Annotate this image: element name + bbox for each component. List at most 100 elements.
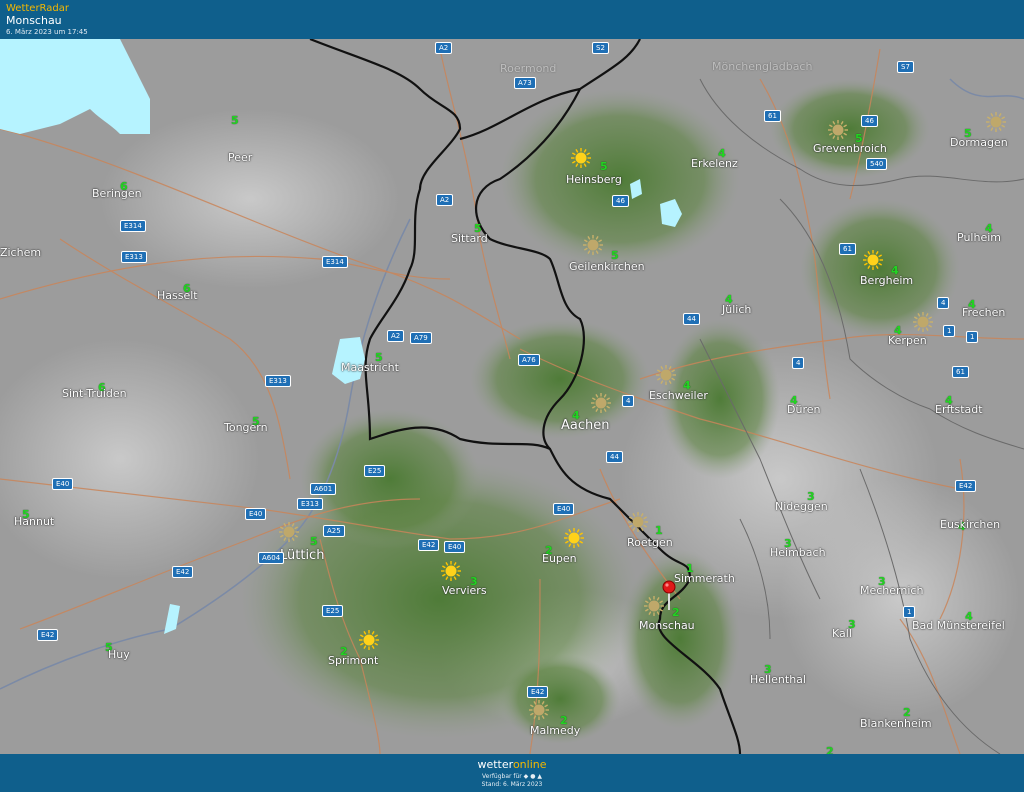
city-label[interactable]: Eschweiler (649, 389, 708, 402)
road-shield: E42 (955, 480, 977, 492)
road-shield: A2 (436, 194, 454, 206)
city-label[interactable]: Roetgen (627, 536, 673, 549)
road-shield: 1 (966, 331, 979, 343)
city-label[interactable]: Huy (108, 648, 130, 661)
logo-part-a: wetter (477, 758, 513, 771)
road-shield: 1 (943, 325, 956, 337)
sun-icon (563, 527, 585, 549)
sun-faded-icon (627, 511, 649, 533)
road-shield: A25 (323, 525, 345, 537)
map-label-faded: Roermond (500, 62, 557, 75)
road-shield: E313 (297, 498, 323, 510)
road-shield: 61 (764, 110, 781, 122)
city-label[interactable]: Bad Münstereifel (912, 619, 1005, 632)
road-shield: E25 (364, 465, 386, 477)
city-label[interactable]: Kall (832, 627, 852, 640)
city-label[interactable]: Grevenbroich (813, 142, 887, 155)
availability-line: Verfügbar für ◆ ● ▲ (482, 773, 542, 780)
forecast-value: 5 (231, 114, 239, 127)
road-shield: A79 (410, 332, 432, 344)
road-shield: A73 (514, 77, 536, 89)
road-shield: E313 (121, 251, 147, 263)
city-label[interactable]: Hannut (14, 515, 54, 528)
bottom-bar: wetteronline Verfügbar für ◆ ● ▲ Stand: … (0, 754, 1024, 792)
top-bar: WetterRadar Monschau 6. März 2023 um 17:… (0, 0, 1024, 39)
city-label[interactable]: Hasselt (157, 289, 198, 302)
road-shield: A601 (310, 483, 337, 495)
city-label[interactable]: Bergheim (860, 274, 913, 287)
road-shield: 61 (952, 366, 969, 378)
road-shield: 4 (792, 357, 805, 369)
sun-icon (440, 560, 462, 582)
road-shield: A2 (435, 42, 453, 54)
app-brand: WetterRadar (6, 3, 70, 14)
road-shield: E42 (418, 539, 440, 551)
city-label[interactable]: Erkelenz (691, 157, 738, 170)
city-label[interactable]: Sittard (451, 232, 488, 245)
road-shield: E40 (52, 478, 74, 490)
road-shield: A2 (387, 330, 405, 342)
road-shield: E314 (322, 256, 348, 268)
city-label[interactable]: Peer (228, 151, 252, 164)
sun-faded-icon (827, 119, 849, 141)
city-label[interactable]: Sprimont (328, 654, 378, 667)
city-label[interactable]: Malmedy (530, 724, 580, 737)
city-label[interactable]: Euskirchen (940, 518, 1000, 531)
road-shield: E42 (37, 629, 59, 641)
road-shield: E42 (527, 686, 549, 698)
sun-faded-icon (912, 311, 934, 333)
road-shield: E40 (553, 503, 575, 515)
road-shield: 46 (861, 115, 878, 127)
city-label[interactable]: Frechen (962, 306, 1005, 319)
city-label[interactable]: Erftstadt (935, 403, 983, 416)
road-shield: E42 (172, 566, 194, 578)
city-label[interactable]: Beringen (92, 187, 142, 200)
road-shield: E313 (265, 375, 291, 387)
road-shield: 44 (683, 313, 700, 325)
city-label[interactable]: Hellenthal (750, 673, 806, 686)
timestamp: 6. März 2023 um 17:45 (6, 28, 88, 36)
road-shield: 4 (622, 395, 635, 407)
city-label[interactable]: Nideggen (775, 500, 828, 513)
logo-part-b: online (512, 758, 547, 771)
sun-icon (570, 147, 592, 169)
radar-map[interactable]: 5 Peer 6 Beringen -Zichem 6 Hasselt 6 Sint-Truid… (0, 39, 1024, 754)
city-label[interactable]: Heinsberg (566, 173, 622, 186)
road-shield: S7 (897, 61, 914, 73)
city-label[interactable]: Sint-Truiden (62, 387, 127, 400)
sun-faded-icon (985, 111, 1007, 133)
city-label[interactable]: Aachen (561, 418, 609, 433)
city-label[interactable]: Eupen (542, 552, 577, 565)
road-shield: 46 (612, 195, 629, 207)
road-shield: E40 (245, 508, 267, 520)
road-shield: 44 (606, 451, 623, 463)
road-shield: A76 (518, 354, 540, 366)
location-pin-icon[interactable] (662, 580, 676, 610)
road-shield: A604 (258, 552, 285, 564)
forecast-value: 5 (600, 160, 608, 173)
location-title: Monschau (6, 14, 62, 27)
city-label[interactable]: Heimbach (770, 546, 826, 559)
city-label[interactable]: Maastricht (341, 361, 399, 374)
city-label[interactable]: Verviers (442, 584, 487, 597)
forecast-value: 2 (826, 745, 834, 754)
city-label[interactable]: Geilenkirchen (569, 260, 645, 273)
road-shield: 540 (866, 158, 888, 170)
city-label[interactable]: Tongern (224, 421, 268, 434)
city-label[interactable]: -Zichem (0, 246, 41, 259)
logo: wetteronline (0, 758, 1024, 771)
city-label[interactable]: Jülich (722, 303, 751, 316)
road-shield: 61 (839, 243, 856, 255)
city-label[interactable]: Mechernich (860, 584, 923, 597)
road-shield: E40 (444, 541, 466, 553)
city-label[interactable]: Düren (787, 403, 820, 416)
city-label[interactable]: Simmerath (674, 572, 735, 585)
city-label[interactable]: Monschau (639, 619, 695, 632)
city-label[interactable]: Pulheim (957, 231, 1001, 244)
status-line: Stand: 6. März 2023 (481, 781, 543, 788)
city-label[interactable]: Kerpen (888, 334, 927, 347)
city-label[interactable]: Blankenheim (860, 717, 932, 730)
city-label[interactable]: Dormagen (950, 136, 1008, 149)
road-shield: E314 (120, 220, 146, 232)
city-label[interactable]: Lüttich (280, 548, 324, 563)
